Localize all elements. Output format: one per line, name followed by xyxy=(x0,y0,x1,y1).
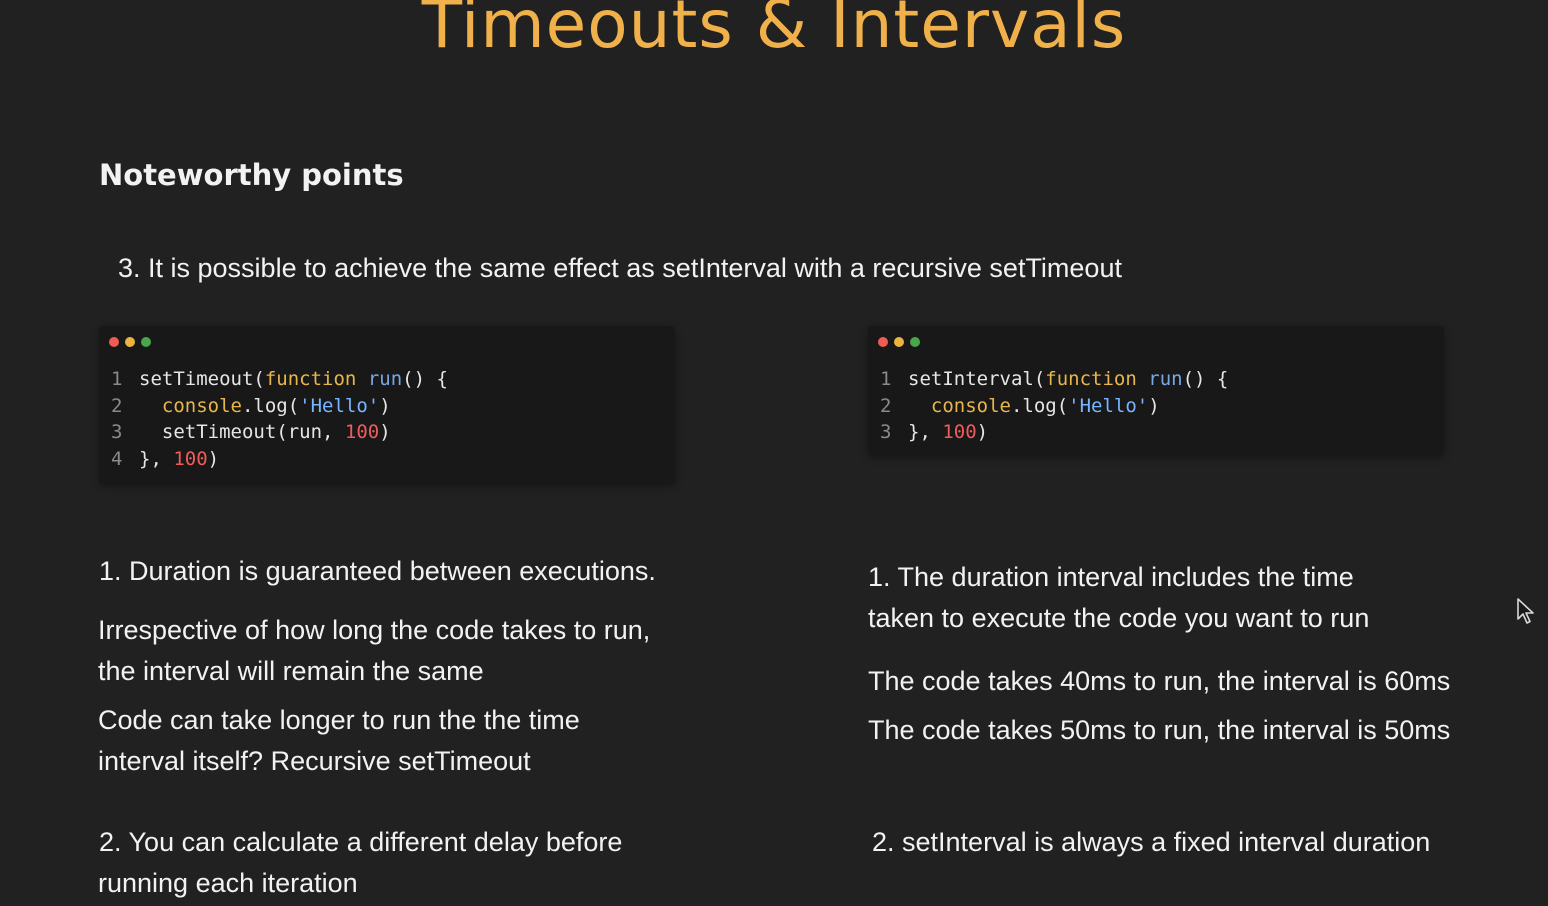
code-token: 'Hello' xyxy=(299,394,380,417)
code-line: 2 console.log('Hello') xyxy=(880,393,1228,420)
code-window-setinterval: 1 setInterval(function run() { 2 console.l… xyxy=(868,326,1444,456)
code-block-settimeout: 1 setTimeout(function run() { 2 console.lo… xyxy=(111,366,448,472)
slide: Timeouts & Intervals Noteworthy points 3… xyxy=(0,0,1548,906)
line-number: 1 xyxy=(111,368,123,390)
code-line: 3}, 100) xyxy=(880,419,1228,446)
code-token: run xyxy=(367,368,403,390)
line-number: 3 xyxy=(111,421,123,444)
code-token: 'Hello' xyxy=(1068,394,1149,417)
left-note-1-question-line1: Code can take longer to run the the time xyxy=(98,705,580,735)
mouse-pointer-icon xyxy=(1517,598,1534,624)
line-number: 2 xyxy=(880,394,892,417)
right-note-2: 2. setInterval is always a fixed interva… xyxy=(872,827,1431,857)
code-token: setTimeout( xyxy=(139,368,265,390)
left-note-1-detail-line1: Irrespective of how long the code takes … xyxy=(98,615,651,645)
code-block-setinterval: 1 setInterval(function run() { 2 console.l… xyxy=(880,366,1228,446)
right-example-1: The code takes 40ms to run, the interval… xyxy=(868,666,1451,696)
right-example-2: The code takes 50ms to run, the interval… xyxy=(868,715,1451,745)
code-token: function xyxy=(1045,368,1137,390)
window-controls xyxy=(878,337,920,347)
code-line: 4}, 100) xyxy=(111,446,448,473)
code-token: console xyxy=(930,394,1011,417)
code-token: 100 xyxy=(173,447,208,470)
code-line: 2 console.log('Hello') xyxy=(111,393,448,420)
minimize-dot-icon xyxy=(125,337,135,347)
close-dot-icon xyxy=(878,337,888,347)
code-token: () { xyxy=(1182,368,1229,390)
code-line: 1 setTimeout(function run() { xyxy=(111,366,448,393)
code-token: ) xyxy=(976,421,989,444)
code-token: 100 xyxy=(344,421,380,444)
code-token: 100 xyxy=(942,421,977,444)
code-token: .log( xyxy=(1010,394,1069,417)
point-statement: 3. It is possible to achieve the same ef… xyxy=(118,253,1122,283)
code-token: console xyxy=(161,394,242,417)
left-note-1-detail-line2: the interval will remain the same xyxy=(98,656,484,686)
code-token: () { xyxy=(402,368,448,390)
code-token: ) xyxy=(379,394,391,417)
left-note-1: 1. Duration is guaranteed between execut… xyxy=(99,556,656,586)
code-line: 1 setInterval(function run() { xyxy=(880,366,1228,393)
left-note-1-question-line2: interval itself? Recursive setTimeout xyxy=(98,746,531,776)
line-number: 1 xyxy=(880,368,892,390)
maximize-dot-icon xyxy=(141,337,151,347)
code-token: }, xyxy=(139,447,174,470)
right-note-1-line2: taken to execute the code you want to ru… xyxy=(868,603,1370,633)
code-token: ) xyxy=(207,447,220,470)
window-controls xyxy=(109,337,151,347)
close-dot-icon xyxy=(109,337,119,347)
maximize-dot-icon xyxy=(910,337,920,347)
minimize-dot-icon xyxy=(894,337,904,347)
right-note-1-line1: 1. The duration interval includes the ti… xyxy=(868,562,1354,592)
slide-title: Timeouts & Intervals xyxy=(421,0,1127,63)
section-heading: Noteworthy points xyxy=(99,158,404,192)
left-note-2-line2: running each iteration xyxy=(98,868,358,898)
left-note-2-line1: 2. You can calculate a different delay b… xyxy=(99,827,623,857)
code-token: }, xyxy=(908,421,943,444)
code-window-settimeout: 1 setTimeout(function run() { 2 console.lo… xyxy=(99,326,675,484)
code-token: function xyxy=(264,368,357,390)
code-token: setInterval( xyxy=(908,368,1046,390)
line-number: 4 xyxy=(111,447,123,470)
line-number: 2 xyxy=(111,394,123,417)
code-token: setTimeout(run, xyxy=(139,421,345,444)
code-token: ) xyxy=(379,421,391,444)
code-token: run xyxy=(1148,368,1183,390)
code-token: .log( xyxy=(241,394,300,417)
line-number: 3 xyxy=(880,421,892,444)
code-token: ) xyxy=(1148,394,1160,417)
code-line: 3 setTimeout(run, 100) xyxy=(111,419,448,446)
